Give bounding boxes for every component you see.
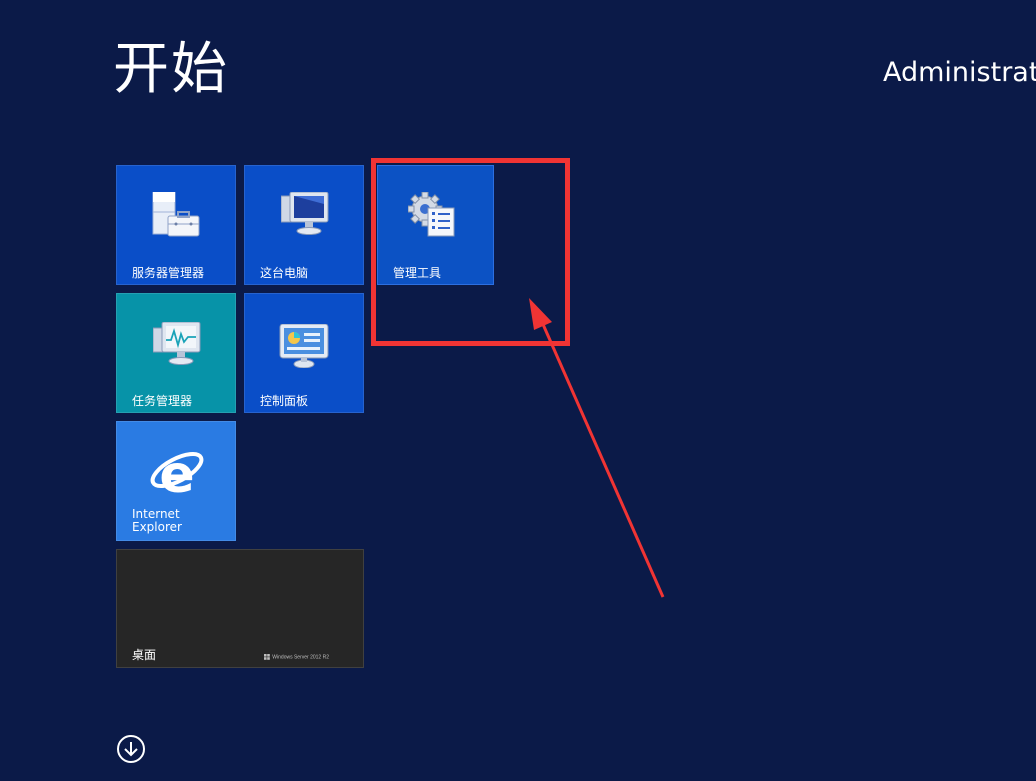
tile-label: Internet Explorer — [132, 507, 182, 534]
monitor-chart-icon — [152, 321, 203, 370]
user-account-name[interactable]: Administrator — [883, 56, 1036, 90]
tile-internet-explorer[interactable]: e Internet Explorer — [116, 421, 236, 541]
circle-arrow-down-icon — [117, 735, 145, 763]
all-apps-button[interactable] — [116, 734, 146, 764]
tile-desktop[interactable]: 桌面 Windows Server 2012 R2 — [116, 549, 364, 668]
tile-label: 桌面 — [132, 648, 157, 662]
ie-logo-icon: e — [147, 444, 207, 508]
control-panel-icon — [279, 323, 329, 372]
windows-logo-icon — [264, 653, 271, 660]
tile-label: 任务管理器 — [132, 394, 193, 408]
server-toolbox-icon — [151, 191, 201, 244]
tile-task-manager[interactable]: 任务管理器 — [116, 293, 236, 413]
windows-server-badge: Windows Server 2012 R2 — [264, 653, 329, 660]
tile-label: 服务器管理器 — [132, 266, 205, 280]
annotation-highlight-box — [371, 158, 570, 346]
tile-control-panel[interactable]: 控制面板 — [244, 293, 364, 413]
tile-this-pc[interactable]: 这台电脑 — [244, 165, 364, 285]
tile-server-manager[interactable]: 服务器管理器 — [116, 165, 236, 285]
start-title: 开始 — [113, 37, 229, 102]
tile-label: 这台电脑 — [260, 266, 309, 280]
tile-label: 控制面板 — [260, 394, 309, 408]
svg-text:e: e — [159, 445, 194, 504]
badge-text: Windows Server 2012 R2 — [272, 654, 329, 660]
computer-monitor-icon — [280, 191, 331, 240]
